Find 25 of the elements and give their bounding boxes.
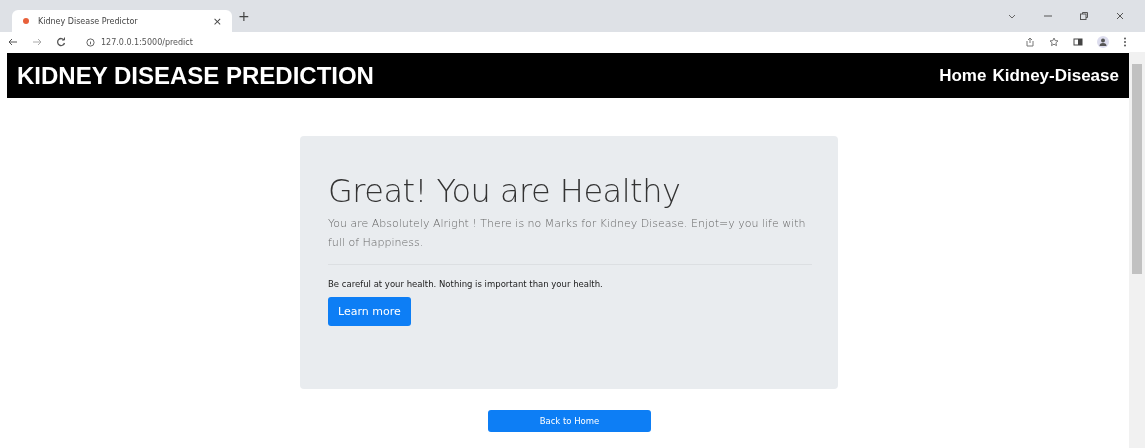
learn-more-button[interactable]: Learn more	[328, 297, 411, 326]
scrollbar[interactable]	[1129, 52, 1145, 448]
back-arrow-icon[interactable]	[8, 37, 18, 47]
result-heading: Great! You are Healthy	[328, 172, 682, 210]
close-icon[interactable]	[1115, 11, 1125, 21]
menu-icon[interactable]	[1123, 37, 1127, 47]
advice-text: Be careful at your health. Nothing is important than your health.	[328, 279, 604, 289]
nav-link[interactable]: Home	[939, 65, 987, 86]
brand-title[interactable]: KIDNEY DISEASE PREDICTION	[17, 61, 374, 90]
share-icon[interactable]	[1025, 37, 1035, 47]
tab-title: Kidney Disease Predictor	[38, 16, 139, 26]
back-to-home-button[interactable]: Back to Home	[488, 410, 651, 432]
profile-icon[interactable]	[1097, 36, 1109, 48]
address-bar[interactable]: 127.0.0.1:5000/predict	[80, 34, 1011, 50]
star-icon[interactable]	[1049, 37, 1059, 47]
reload-icon[interactable]	[56, 37, 66, 47]
side-panel-icon[interactable]	[1073, 37, 1083, 47]
browser-tab[interactable]: Kidney Disease Predictor ×	[12, 10, 232, 32]
tab-close-button[interactable]: ×	[212, 14, 222, 28]
info-icon	[86, 37, 95, 47]
restore-icon[interactable]	[1079, 11, 1089, 21]
result-message: You are Absolutely Alright ! There is no Marks for Kidney Disease. Enjot=y you life with full of Happiness.	[328, 216, 807, 251]
favicon-icon	[22, 17, 30, 25]
new-tab-button[interactable]: +	[238, 8, 250, 24]
nav-link[interactable]: Kidney-Disease	[992, 65, 1119, 86]
